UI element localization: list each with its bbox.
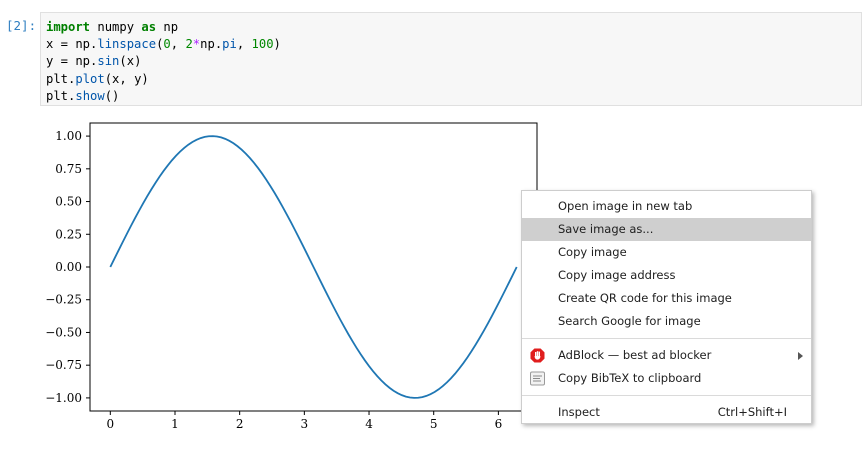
menu-separator bbox=[522, 395, 811, 396]
menu-separator bbox=[522, 338, 811, 339]
y-tick-label: −0.50 bbox=[45, 325, 82, 339]
menu-adblock[interactable]: AdBlock — best ad blocker bbox=[522, 344, 811, 367]
menu-item-label: Copy image address bbox=[558, 268, 676, 282]
y-tick-label: 0.50 bbox=[55, 195, 82, 209]
code-line: import numpy as np bbox=[46, 19, 861, 36]
y-tick-label: 0.25 bbox=[55, 227, 82, 241]
menu-copy-bibtex[interactable]: Copy BibTeX to clipboard bbox=[522, 367, 811, 390]
code-token: pi bbox=[222, 37, 237, 52]
menu-create-qr-code[interactable]: Create QR code for this image bbox=[522, 287, 811, 310]
x-tick-label: 4 bbox=[365, 417, 373, 431]
x-tick-label: 1 bbox=[171, 417, 179, 431]
bibtex-icon bbox=[530, 371, 545, 386]
y-tick-label: 0.75 bbox=[55, 162, 82, 176]
menu-item-label: Copy BibTeX to clipboard bbox=[558, 371, 702, 385]
code-token: plt. bbox=[46, 88, 76, 103]
x-tick-label: 6 bbox=[495, 417, 503, 431]
menu-inspect[interactable]: Inspect Ctrl+Shift+I bbox=[522, 401, 811, 424]
code-token: () bbox=[104, 88, 120, 103]
y-tick-label: 1.00 bbox=[55, 129, 82, 143]
code-token: np. bbox=[200, 37, 223, 52]
adblock-hand-icon bbox=[530, 348, 545, 363]
code-token: 2 bbox=[185, 37, 193, 52]
y-tick-label: −1.00 bbox=[45, 391, 82, 405]
x-tick-label: 3 bbox=[301, 417, 309, 431]
menu-item-label: Open image in new tab bbox=[558, 199, 693, 213]
menu-item-label: Save image as... bbox=[558, 222, 654, 236]
menu-copy-image[interactable]: Copy image bbox=[522, 241, 811, 264]
code-token: import bbox=[46, 20, 91, 34]
code-token: (x, y) bbox=[104, 71, 149, 86]
menu-item-label: Inspect bbox=[558, 405, 600, 419]
y-tick-label: 0.00 bbox=[55, 260, 82, 274]
menu-save-image-as[interactable]: Save image as... bbox=[522, 218, 811, 241]
menu-copy-image-address[interactable]: Copy image address bbox=[522, 264, 811, 287]
code-token: x = np. bbox=[46, 37, 98, 52]
cell-output: 0 1 2 3 4 5 6 1.00 0.75 0.50 0.25 0.00 −0.25 −0.50 −0.… bbox=[40, 112, 560, 452]
menu-item-label: Create QR code for this image bbox=[558, 291, 732, 305]
context-menu: Open image in new tab Save image as... Cop… bbox=[521, 190, 812, 424]
submenu-arrow-icon bbox=[798, 352, 803, 360]
code-token: sin bbox=[97, 54, 120, 69]
code-token: show bbox=[75, 88, 105, 103]
code-token: 0 bbox=[163, 37, 171, 52]
code-cell-input[interactable]: import numpy as np x = np.linspace(0, 2*n… bbox=[40, 12, 862, 106]
code-line: x = np.linspace(0, 2*np.pi, 100) bbox=[46, 36, 861, 53]
menu-item-label: AdBlock — best ad blocker bbox=[558, 348, 712, 362]
code-token: (x) bbox=[119, 54, 142, 69]
code-token: np bbox=[156, 20, 179, 34]
y-tick-label: −0.75 bbox=[45, 358, 82, 372]
code-line: y = np.sin(x) bbox=[46, 53, 861, 70]
x-tick-label: 2 bbox=[236, 417, 244, 431]
code-line: plt.show() bbox=[46, 88, 861, 105]
code-token: as bbox=[141, 20, 157, 34]
code-line: plt.plot(x, y) bbox=[46, 71, 861, 88]
code-token: , bbox=[170, 37, 186, 52]
menu-open-image-new-tab[interactable]: Open image in new tab bbox=[522, 195, 811, 218]
code-token: plt. bbox=[46, 71, 76, 86]
cell-prompt: [2]: bbox=[6, 18, 37, 33]
code-token: linspace bbox=[97, 37, 157, 52]
code-token: y = np. bbox=[46, 54, 98, 69]
code-token: numpy bbox=[90, 20, 142, 34]
x-tick-label: 5 bbox=[430, 417, 438, 431]
menu-search-google-image[interactable]: Search Google for image bbox=[522, 310, 811, 333]
code-token: plot bbox=[75, 71, 105, 86]
code-token: 100 bbox=[251, 37, 274, 52]
y-tick-label: −0.25 bbox=[45, 293, 82, 307]
menu-item-label: Search Google for image bbox=[558, 314, 701, 328]
sine-plot[interactable]: 0 1 2 3 4 5 6 1.00 0.75 0.50 0.25 0.00 −0.25 −0.50 −0.… bbox=[40, 112, 560, 452]
x-tick-label: 0 bbox=[106, 417, 114, 431]
menu-item-shortcut: Ctrl+Shift+I bbox=[717, 405, 787, 419]
menu-item-label: Copy image bbox=[558, 245, 627, 259]
code-token: ) bbox=[273, 37, 281, 52]
code-token: , bbox=[236, 37, 252, 52]
